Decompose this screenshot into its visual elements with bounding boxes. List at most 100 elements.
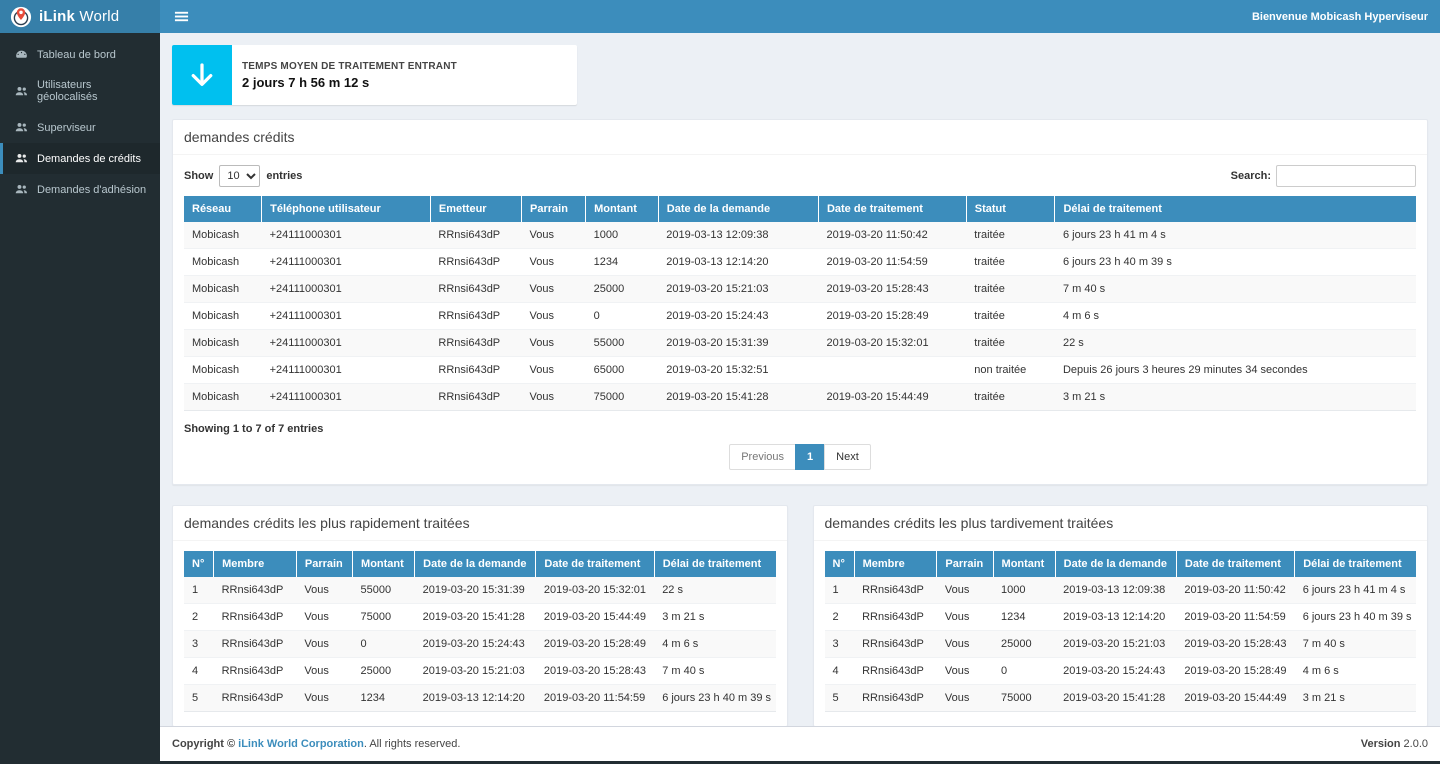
column-header[interactable]: Statut (966, 196, 1055, 222)
column-header[interactable]: Date de traitement (818, 196, 966, 222)
bottom-panels: demandes crédits les plus rapidement tra… (172, 505, 1428, 726)
column-header[interactable]: Délai de traitement (1055, 196, 1416, 222)
table-cell: RRnsi643dP (854, 577, 937, 604)
sidebar-item-superviseur[interactable]: Superviseur (0, 112, 160, 143)
table-cell: 2019-03-20 11:54:59 (818, 249, 966, 276)
copyright-text: Copyright © iLink World Corporation. All… (172, 738, 460, 750)
column-header[interactable]: N° (825, 551, 855, 577)
table-cell: RRnsi643dP (430, 303, 521, 330)
table-cell: 2019-03-20 15:28:43 (536, 658, 654, 685)
table-cell: 1 (825, 577, 855, 604)
company-link[interactable]: iLink World Corporation (238, 738, 364, 750)
table-cell: RRnsi643dP (430, 249, 521, 276)
datatable-controls: Show 10 entries Search: (184, 165, 1416, 187)
welcome-user-menu[interactable]: Bienvenue Mobicash Hyperviseur (1240, 11, 1440, 23)
column-header[interactable]: Téléphone utilisateur (262, 196, 431, 222)
next-page-button[interactable]: Next (824, 444, 871, 470)
dashboard-icon (15, 48, 28, 61)
table-cell: 2019-03-20 15:44:49 (818, 384, 966, 411)
table-cell: +24111000301 (262, 249, 431, 276)
sidebar-item-tableau-de-bord[interactable]: Tableau de bord (0, 39, 160, 70)
brand-name: iLink World (39, 8, 119, 25)
table-cell: 1000 (993, 577, 1055, 604)
column-header[interactable]: Délai de traitement (1295, 551, 1416, 577)
sidebar-item-demandes-de-credits[interactable]: Demandes de crédits (0, 143, 160, 174)
table-row: 5RRnsi643dPVous750002019-03-20 15:41:282… (825, 685, 1417, 712)
table-row: Mobicash+24111000301RRnsi643dPVous550002… (184, 330, 1416, 357)
table-row: Mobicash+24111000301RRnsi643dPVous100020… (184, 222, 1416, 249)
top-navbar: Bienvenue Mobicash Hyperviseur (160, 0, 1440, 33)
search-input[interactable] (1276, 165, 1416, 187)
table-cell: 2019-03-20 15:24:43 (658, 303, 818, 330)
table-cell: 2019-03-20 11:54:59 (536, 685, 654, 712)
table-cell: traitée (966, 249, 1055, 276)
table-cell: Vous (296, 658, 352, 685)
table-cell: 2019-03-20 15:44:49 (1176, 685, 1294, 712)
table-cell: 0 (353, 631, 415, 658)
table-row: Mobicash+24111000301RRnsi643dPVous650002… (184, 357, 1416, 384)
column-header[interactable]: Membre (854, 551, 937, 577)
column-header[interactable]: Date de la demande (415, 551, 536, 577)
sidebar-toggle-button[interactable] (160, 0, 202, 33)
column-header[interactable]: Date de traitement (1176, 551, 1294, 577)
show-label: Show (184, 170, 213, 182)
table-cell: 4 m 6 s (1295, 658, 1416, 685)
table-cell: 25000 (993, 631, 1055, 658)
panel-title: demandes crédits les plus rapidement tra… (173, 506, 787, 541)
column-header[interactable]: Emetteur (430, 196, 521, 222)
credit-requests-table: RéseauTéléphone utilisateurEmetteurParra… (184, 196, 1416, 411)
column-header[interactable]: Montant (353, 551, 415, 577)
info-box-title: TEMPS MOYEN DE TRAITEMENT ENTRANT (242, 61, 457, 72)
table-cell: Vous (296, 631, 352, 658)
previous-page-button[interactable]: Previous (729, 444, 796, 470)
column-header[interactable]: Montant (993, 551, 1055, 577)
table-cell: RRnsi643dP (854, 658, 937, 685)
search-label: Search: (1231, 170, 1271, 182)
column-header[interactable]: Membre (214, 551, 297, 577)
brand-logo[interactable]: iLink World (0, 0, 160, 33)
table-cell: 2019-03-20 11:50:42 (1176, 577, 1294, 604)
table-cell: 2019-03-20 15:31:39 (415, 577, 536, 604)
table-cell: 5 (825, 685, 855, 712)
table-cell: 3 (825, 631, 855, 658)
table-cell: Vous (522, 384, 586, 411)
table-cell: 7 m 40 s (1295, 631, 1416, 658)
table-row: 4RRnsi643dPVous02019-03-20 15:24:432019-… (825, 658, 1417, 685)
table-cell: +24111000301 (262, 357, 431, 384)
sidebar-item-label: Utilisateurs géolocalisés (37, 79, 150, 103)
column-header[interactable]: Parrain (937, 551, 993, 577)
table-cell: RRnsi643dP (854, 685, 937, 712)
table-cell: 4 (184, 658, 214, 685)
app-wrapper: iLink World Tableau de bord Utilisateurs… (0, 0, 1440, 761)
table-cell: 2019-03-20 15:21:03 (1055, 631, 1176, 658)
column-header[interactable]: Date de traitement (536, 551, 654, 577)
table-cell: 6 jours 23 h 40 m 39 s (654, 685, 775, 712)
fastest-processed-panel: demandes crédits les plus rapidement tra… (172, 505, 788, 726)
table-cell: Vous (937, 604, 993, 631)
table-cell: 2019-03-20 15:28:43 (1176, 631, 1294, 658)
table-cell: 2019-03-20 11:54:59 (1176, 604, 1294, 631)
column-header[interactable]: Montant (586, 196, 659, 222)
table-cell: 2019-03-20 11:50:42 (818, 222, 966, 249)
table-cell: RRnsi643dP (214, 631, 297, 658)
table-cell (818, 357, 966, 384)
column-header[interactable]: Date de la demande (658, 196, 818, 222)
table-cell: +24111000301 (262, 303, 431, 330)
sidebar-item-label: Demandes de crédits (37, 153, 141, 165)
table-cell: 2019-03-20 15:32:01 (818, 330, 966, 357)
table-cell: RRnsi643dP (854, 631, 937, 658)
table-cell: 6 jours 23 h 40 m 39 s (1295, 604, 1416, 631)
column-header[interactable]: Réseau (184, 196, 262, 222)
column-header[interactable]: Date de la demande (1055, 551, 1176, 577)
table-cell: +24111000301 (262, 330, 431, 357)
column-header[interactable]: Parrain (522, 196, 586, 222)
sidebar-item-demandes-d-adhesion[interactable]: Demandes d'adhésion (0, 174, 160, 205)
sidebar-item-utilisateurs-geolocalises[interactable]: Utilisateurs géolocalisés (0, 70, 160, 112)
page-1-button[interactable]: 1 (795, 444, 825, 470)
column-header[interactable]: Délai de traitement (654, 551, 775, 577)
column-header[interactable]: N° (184, 551, 214, 577)
table-cell: 4 (825, 658, 855, 685)
column-header[interactable]: Parrain (296, 551, 352, 577)
page-length-select[interactable]: 10 (219, 165, 260, 187)
table-cell: RRnsi643dP (854, 604, 937, 631)
